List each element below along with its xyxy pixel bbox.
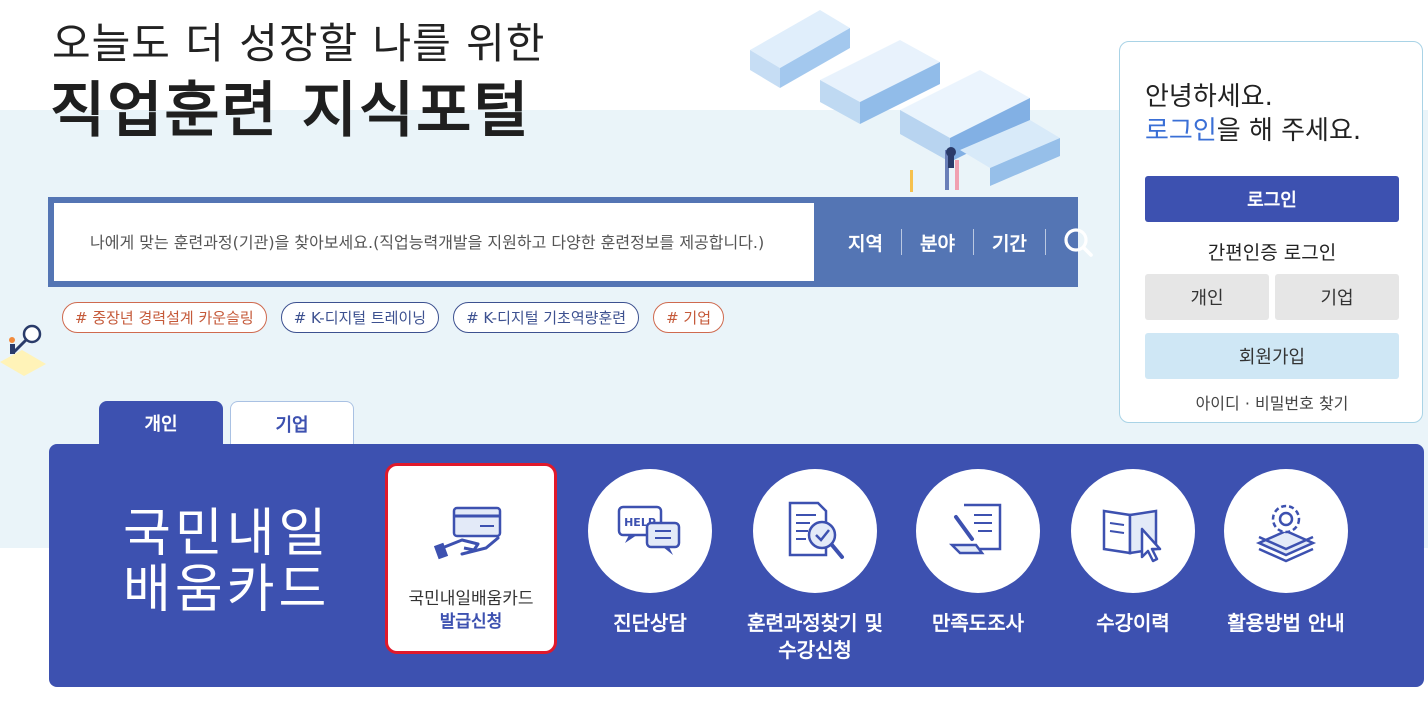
diagnosis-counseling-label: 진단상담 bbox=[613, 611, 687, 635]
card-issue-label-line2: 발급신청 bbox=[439, 612, 503, 632]
search-filters: 지역 분야 기간 bbox=[830, 203, 1110, 281]
easy-login-personal-button[interactable]: 개인 bbox=[1145, 274, 1269, 320]
course-search-icon-circle bbox=[753, 469, 877, 593]
course-search-apply-button[interactable]: 훈련과정찾기 및 수강신청 bbox=[735, 469, 895, 664]
course-search-label-line2: 수강신청 bbox=[778, 638, 852, 662]
tag-k-digital-basic[interactable]: # K-디지털 기초역량훈련 bbox=[453, 302, 640, 333]
login-prompt: 로그인을 해 주세요. bbox=[1145, 110, 1361, 147]
tag-corporate[interactable]: # 기업 bbox=[653, 302, 724, 333]
search-button[interactable] bbox=[1046, 203, 1110, 281]
card-issue-application-button[interactable]: 국민내일배움카드 발급신청 bbox=[385, 463, 557, 654]
usage-guide-label: 활용방법 안내 bbox=[1227, 611, 1345, 635]
satisfaction-survey-label: 만족도조사 bbox=[932, 611, 1024, 635]
learning-card-panel: 국민내일 배움카드 국민내일배움카드 발급신청 HELP 진단상담 훈련과정찾기… bbox=[49, 444, 1424, 687]
satisfaction-survey-button[interactable]: 만족도조사 bbox=[898, 469, 1058, 637]
course-search-label-line1: 훈련과정찾기 및 bbox=[747, 611, 883, 635]
course-history-button[interactable]: 수강이력 bbox=[1053, 469, 1213, 637]
gear-stack-icon bbox=[1255, 504, 1317, 563]
search-bar: 지역 분야 기간 bbox=[48, 197, 1093, 287]
course-search-apply-label: 훈련과정찾기 및 수강신청 bbox=[735, 610, 895, 664]
tab-corporate[interactable]: 기업 bbox=[230, 401, 354, 445]
hrd-illustration bbox=[750, 10, 1060, 192]
login-button[interactable]: 로그인 bbox=[1145, 176, 1399, 222]
join-button[interactable]: 회원가입 bbox=[1145, 333, 1399, 379]
survey-icon-circle bbox=[916, 469, 1040, 593]
tag-k-digital-training[interactable]: # K-디지털 트레이닝 bbox=[280, 302, 440, 333]
hero-title: 직업훈련 지식포털 bbox=[50, 76, 531, 146]
course-history-label: 수강이력 bbox=[1096, 611, 1170, 635]
card-hand-icon bbox=[434, 506, 502, 560]
card-issue-label-line1: 국민내일배움카드 bbox=[408, 589, 534, 609]
login-card: 안녕하세요. 로그인을 해 주세요. 로그인 간편인증 로그인 개인 기업 회원… bbox=[1119, 41, 1423, 423]
usage-guide-button[interactable]: 활용방법 안내 bbox=[1206, 469, 1366, 637]
history-icon-circle bbox=[1071, 469, 1195, 593]
find-id-password-link[interactable]: 아이디 · 비밀번호 찾기 bbox=[1120, 390, 1424, 414]
search-input[interactable] bbox=[54, 203, 814, 281]
survey-scroll-icon bbox=[948, 503, 1002, 555]
login-prompt-text: 을 해 주세요. bbox=[1216, 116, 1362, 146]
diagnosis-counseling-button[interactable]: HELP 진단상담 bbox=[570, 469, 730, 637]
panel-title-line2: 배움카드 bbox=[123, 560, 331, 620]
hashtag-list: # 중장년 경력설계 카운슬링 # K-디지털 트레이닝 # K-디지털 기초역… bbox=[62, 302, 724, 333]
easy-login-label: 간편인증 로그인 bbox=[1207, 242, 1337, 264]
panel-title-line1: 국민내일 bbox=[123, 504, 331, 564]
tab-personal[interactable]: 개인 bbox=[99, 401, 223, 445]
filter-field-button[interactable]: 분야 bbox=[902, 229, 973, 256]
login-greeting: 안녕하세요. bbox=[1145, 82, 1273, 112]
book-cursor-icon bbox=[1102, 509, 1162, 563]
search-icon bbox=[1064, 228, 1093, 257]
document-search-icon bbox=[788, 501, 844, 559]
guide-icon-circle bbox=[1224, 469, 1348, 593]
tag-midcareer-counseling[interactable]: # 중장년 경력설계 카운슬링 bbox=[62, 302, 267, 333]
diagnosis-icon-circle: HELP bbox=[588, 469, 712, 593]
filter-region-button[interactable]: 지역 bbox=[830, 229, 901, 256]
help-chat-icon: HELP bbox=[617, 505, 681, 555]
filter-period-button[interactable]: 기간 bbox=[974, 229, 1045, 256]
magnifier-decoration bbox=[0, 324, 46, 376]
panel-title: 국민내일 배움카드 bbox=[123, 506, 330, 618]
easy-login-corporate-button[interactable]: 기업 bbox=[1275, 274, 1399, 320]
login-link[interactable]: 로그인 bbox=[1145, 116, 1217, 146]
